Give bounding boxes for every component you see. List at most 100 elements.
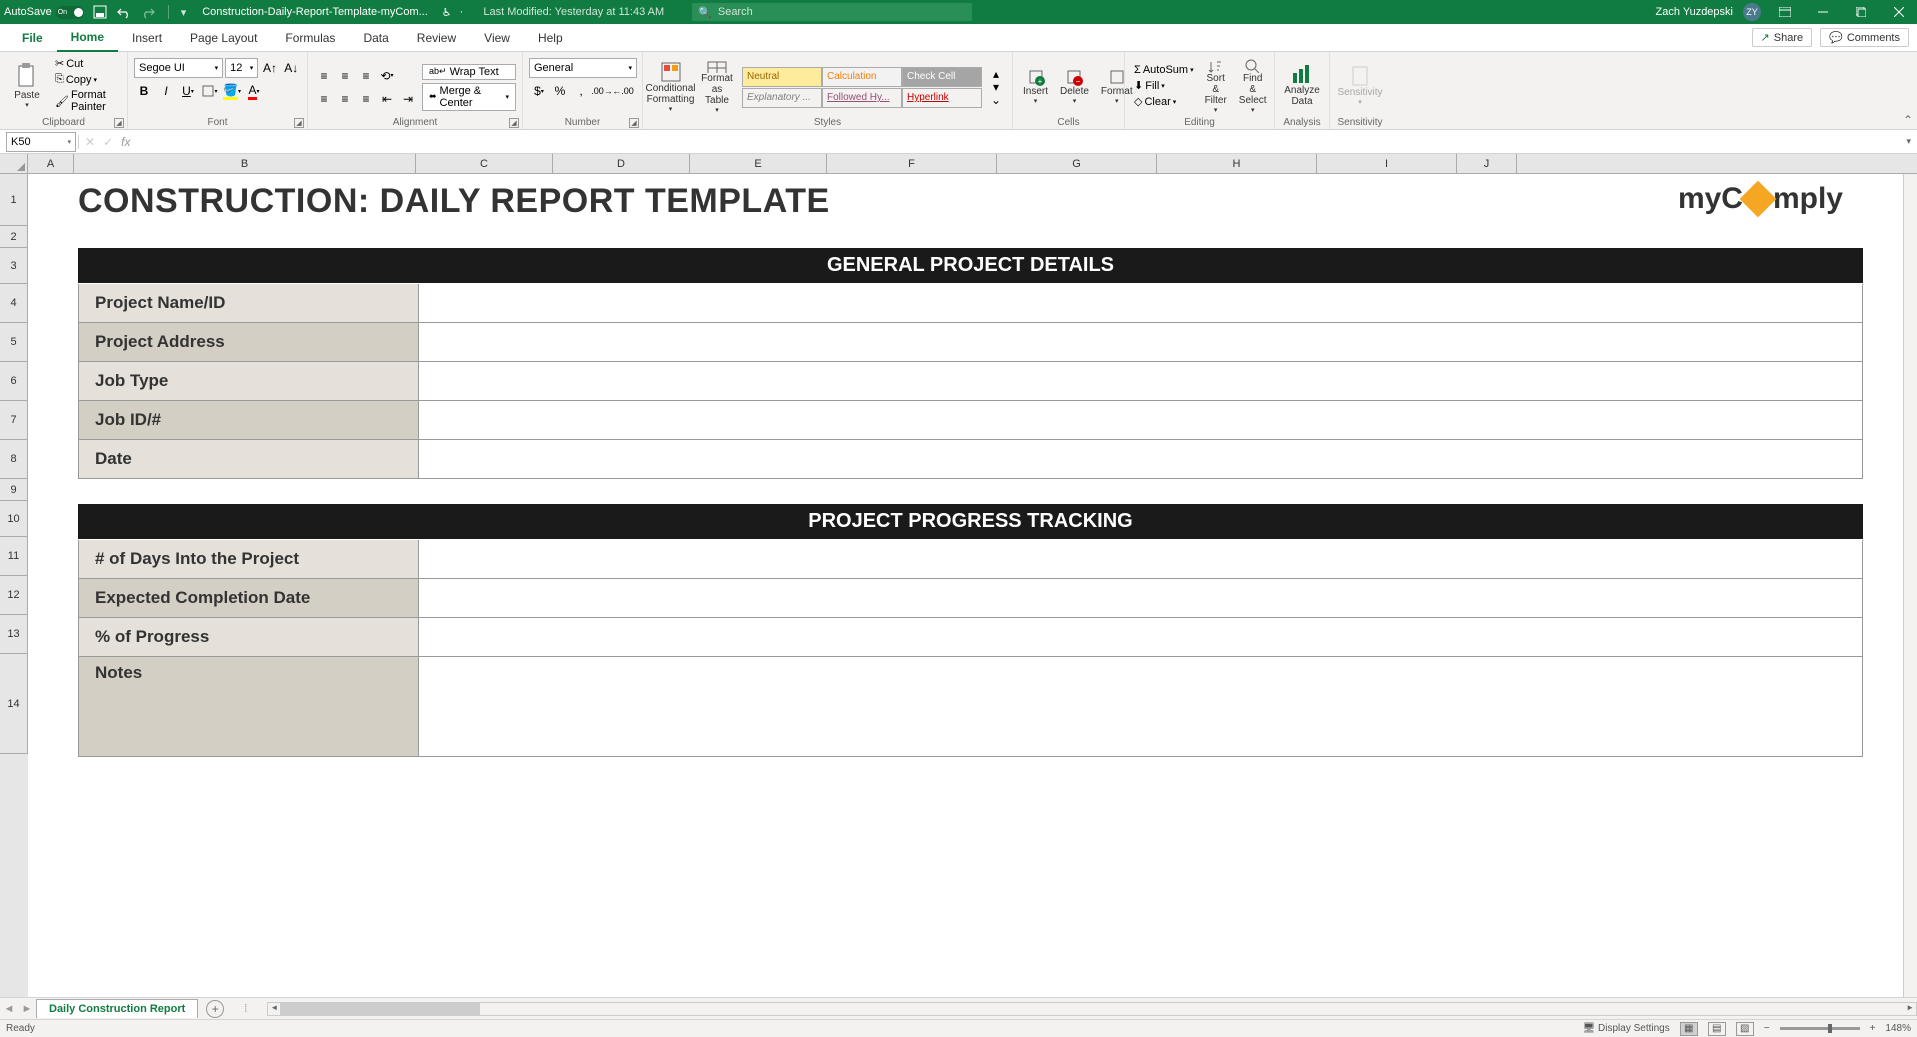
page-break-view-icon[interactable]: ▧	[1736, 1022, 1754, 1036]
styles-scroll-down[interactable]: ▾	[986, 81, 1006, 94]
decrease-decimal-icon[interactable]: ←.00	[613, 81, 633, 101]
tab-file[interactable]: File	[8, 25, 57, 51]
row-header-3[interactable]: 3	[0, 248, 28, 284]
row-header-4[interactable]: 4	[0, 284, 28, 323]
zoom-in-button[interactable]: +	[1870, 1023, 1876, 1034]
column-header-A[interactable]: A	[28, 154, 74, 173]
fx-icon[interactable]: fx	[121, 135, 130, 149]
borders-button[interactable]: ▾	[200, 81, 220, 101]
copy-button[interactable]: ⎘Copy▾	[52, 72, 121, 87]
decrease-indent-icon[interactable]: ⇤	[377, 89, 397, 109]
column-header-C[interactable]: C	[416, 154, 553, 173]
fill-button[interactable]: ⬇Fill▾	[1131, 78, 1197, 93]
tab-review[interactable]: Review	[403, 25, 470, 51]
tab-formulas[interactable]: Formulas	[271, 25, 349, 51]
undo-icon[interactable]	[116, 4, 132, 20]
column-header-J[interactable]: J	[1457, 154, 1517, 173]
cancel-formula-icon[interactable]: ✕	[85, 135, 95, 149]
autosum-button[interactable]: ΣAutoSum▾	[1131, 63, 1197, 77]
row-header-1[interactable]: 1	[0, 174, 28, 226]
column-header-B[interactable]: B	[74, 154, 416, 173]
style-calculation[interactable]: Calculation	[822, 67, 902, 87]
sort-filter-button[interactable]: Sort & Filter▾	[1201, 56, 1231, 116]
row-header-2[interactable]: 2	[0, 226, 28, 248]
formula-input[interactable]	[136, 132, 1900, 152]
align-bottom-icon[interactable]: ≡	[356, 66, 376, 86]
increase-decimal-icon[interactable]: .00→	[592, 81, 612, 101]
search-input[interactable]: 🔍 Search	[692, 3, 972, 21]
increase-font-icon[interactable]: A↑	[260, 58, 279, 78]
increase-indent-icon[interactable]: ⇥	[398, 89, 418, 109]
font-name-select[interactable]: Segoe UI▾	[134, 58, 223, 78]
minimize-button[interactable]	[1809, 1, 1837, 23]
page-layout-view-icon[interactable]: ▤	[1708, 1022, 1726, 1036]
style-neutral[interactable]: Neutral	[742, 67, 822, 87]
alignment-dialog-launcher[interactable]: ◢	[509, 118, 519, 128]
form-value-cell[interactable]	[419, 579, 1862, 617]
column-header-H[interactable]: H	[1157, 154, 1317, 173]
style-hyperlink[interactable]: Hyperlink	[902, 88, 982, 108]
merge-center-button[interactable]: ⬌Merge & Center▾	[422, 83, 516, 111]
accounting-format-icon[interactable]: $▾	[529, 81, 549, 101]
share-button[interactable]: ↗Share	[1752, 28, 1813, 47]
percent-format-icon[interactable]: %	[550, 81, 570, 101]
name-box[interactable]: K50▾	[6, 132, 76, 152]
paste-button[interactable]: Paste▾	[6, 54, 48, 116]
column-header-G[interactable]: G	[997, 154, 1157, 173]
display-settings-button[interactable]: 🖥 Display Settings	[1583, 1023, 1670, 1034]
delete-cells-button[interactable]: −Delete▾	[1056, 56, 1093, 116]
worksheet-cells[interactable]: CONSTRUCTION: DAILY REPORT TEMPLATE myC …	[28, 174, 1903, 997]
row-header-10[interactable]: 10	[0, 501, 28, 537]
style-followed[interactable]: Followed Hy...	[822, 88, 902, 108]
format-painter-button[interactable]: 🖌Format Painter	[52, 88, 121, 114]
hscroll-thumb[interactable]	[280, 1003, 480, 1015]
font-color-button[interactable]: A▾	[244, 81, 264, 101]
insert-cells-button[interactable]: +Insert▾	[1019, 56, 1052, 116]
last-modified[interactable]: Last Modified: Yesterday at 11:43 AM	[483, 6, 664, 18]
tab-insert[interactable]: Insert	[118, 25, 176, 51]
number-dialog-launcher[interactable]: ◢	[629, 118, 639, 128]
analyze-data-button[interactable]: Analyze Data	[1281, 54, 1323, 116]
row-header-6[interactable]: 6	[0, 362, 28, 401]
wrap-text-button[interactable]: ab↵Wrap Text	[422, 64, 516, 80]
row-header-11[interactable]: 11	[0, 537, 28, 576]
tab-nav-prev[interactable]: ◄	[0, 1000, 18, 1018]
fill-color-button[interactable]: 🪣▾	[222, 81, 242, 101]
align-middle-icon[interactable]: ≡	[335, 66, 355, 86]
row-header-12[interactable]: 12	[0, 576, 28, 615]
autosave-control[interactable]: AutoSave On	[4, 6, 84, 19]
row-header-8[interactable]: 8	[0, 440, 28, 479]
autosave-toggle[interactable]: On	[56, 6, 84, 19]
row-header-9[interactable]: 9	[0, 479, 28, 501]
normal-view-icon[interactable]: ▦	[1680, 1022, 1698, 1036]
tab-data[interactable]: Data	[349, 25, 402, 51]
decrease-font-icon[interactable]: A↓	[282, 58, 301, 78]
form-value-cell[interactable]	[419, 323, 1862, 361]
form-value-cell[interactable]	[419, 362, 1862, 400]
save-icon[interactable]	[92, 4, 108, 20]
form-value-cell[interactable]	[419, 540, 1862, 578]
form-value-cell[interactable]	[419, 618, 1862, 656]
vertical-scrollbar[interactable]	[1903, 174, 1917, 997]
align-center-icon[interactable]: ≡	[335, 89, 355, 109]
align-left-icon[interactable]: ≡	[314, 89, 334, 109]
redo-icon[interactable]	[140, 4, 156, 20]
column-header-F[interactable]: F	[827, 154, 997, 173]
styles-scroll-up[interactable]: ▴	[986, 68, 1006, 81]
cut-button[interactable]: ✂Cut	[52, 56, 121, 71]
filename[interactable]: Construction-Daily-Report-Template-myCom…	[202, 6, 428, 18]
maximize-button[interactable]	[1847, 1, 1875, 23]
enter-formula-icon[interactable]: ✓	[103, 135, 113, 149]
style-check-cell[interactable]: Check Cell	[902, 67, 982, 87]
underline-button[interactable]: U▾	[178, 81, 198, 101]
ribbon-display-icon[interactable]	[1771, 1, 1799, 23]
close-button[interactable]	[1885, 1, 1913, 23]
tab-help[interactable]: Help	[524, 25, 577, 51]
tab-view[interactable]: View	[470, 25, 524, 51]
style-explanatory[interactable]: Explanatory ...	[742, 88, 822, 108]
row-header-7[interactable]: 7	[0, 401, 28, 440]
find-select-button[interactable]: Find & Select▾	[1235, 56, 1271, 116]
form-value-cell[interactable]	[419, 401, 1862, 439]
font-size-select[interactable]: 12▾	[225, 58, 258, 78]
row-headers[interactable]: 1234567891011121314	[0, 174, 28, 997]
